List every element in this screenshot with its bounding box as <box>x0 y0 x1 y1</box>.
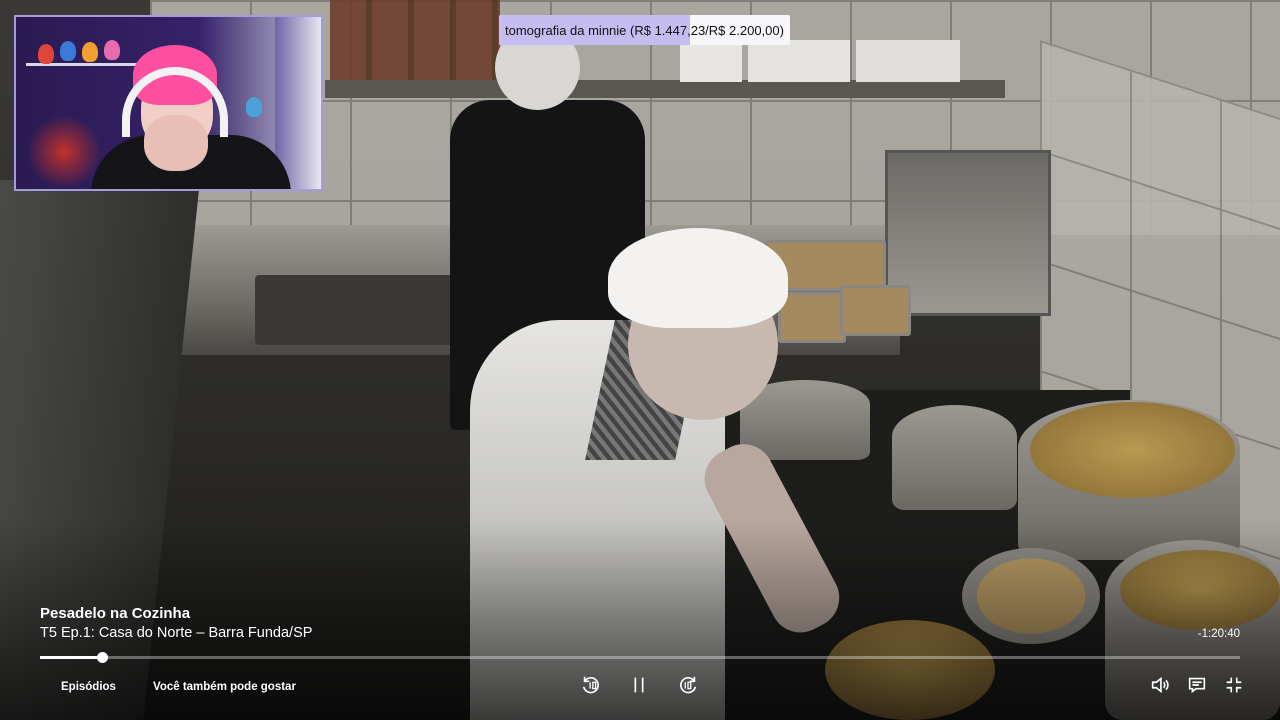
webcam-red-light <box>24 117 104 187</box>
show-title: Pesadelo na Cozinha <box>40 605 191 622</box>
storage-containers <box>680 40 960 82</box>
streamer-hand <box>144 115 208 171</box>
figurine <box>104 40 120 60</box>
pause-icon[interactable] <box>628 674 650 696</box>
you-may-also-like-button[interactable]: Você também pode gostar <box>153 681 296 693</box>
kitchen-shelf <box>325 80 1005 98</box>
cooking-pot <box>892 405 1017 510</box>
episodes-button[interactable]: Episódios <box>61 681 116 693</box>
time-remaining: -1:20:40 <box>1197 628 1240 640</box>
exit-fullscreen-icon[interactable] <box>1223 674 1245 696</box>
seek-progress <box>40 656 103 659</box>
seek-bar[interactable] <box>40 652 1240 663</box>
figurine <box>82 42 98 62</box>
chef-hairnet <box>608 228 788 328</box>
pans-on-shelf <box>330 0 500 80</box>
forward-10-icon[interactable] <box>677 674 699 696</box>
subtitles-icon[interactable] <box>1186 674 1208 696</box>
episode-title: T5 Ep.1: Casa do Norte – Barra Funda/SP <box>40 625 313 641</box>
rewind-10-icon[interactable] <box>580 674 602 696</box>
volume-icon[interactable] <box>1149 674 1171 696</box>
sink <box>255 275 470 345</box>
food-tray <box>778 292 846 343</box>
soup <box>1030 402 1235 498</box>
figurine <box>38 44 54 64</box>
food-tray <box>840 285 911 336</box>
plush-toy <box>246 97 262 117</box>
donation-goal-text: tomografia da minnie (R$ 1.447,23/R$ 2.2… <box>505 22 784 38</box>
streamer-webcam <box>14 15 323 191</box>
donation-goal-bar: tomografia da minnie (R$ 1.447,23/R$ 2.2… <box>499 15 790 45</box>
figurine <box>60 41 76 61</box>
